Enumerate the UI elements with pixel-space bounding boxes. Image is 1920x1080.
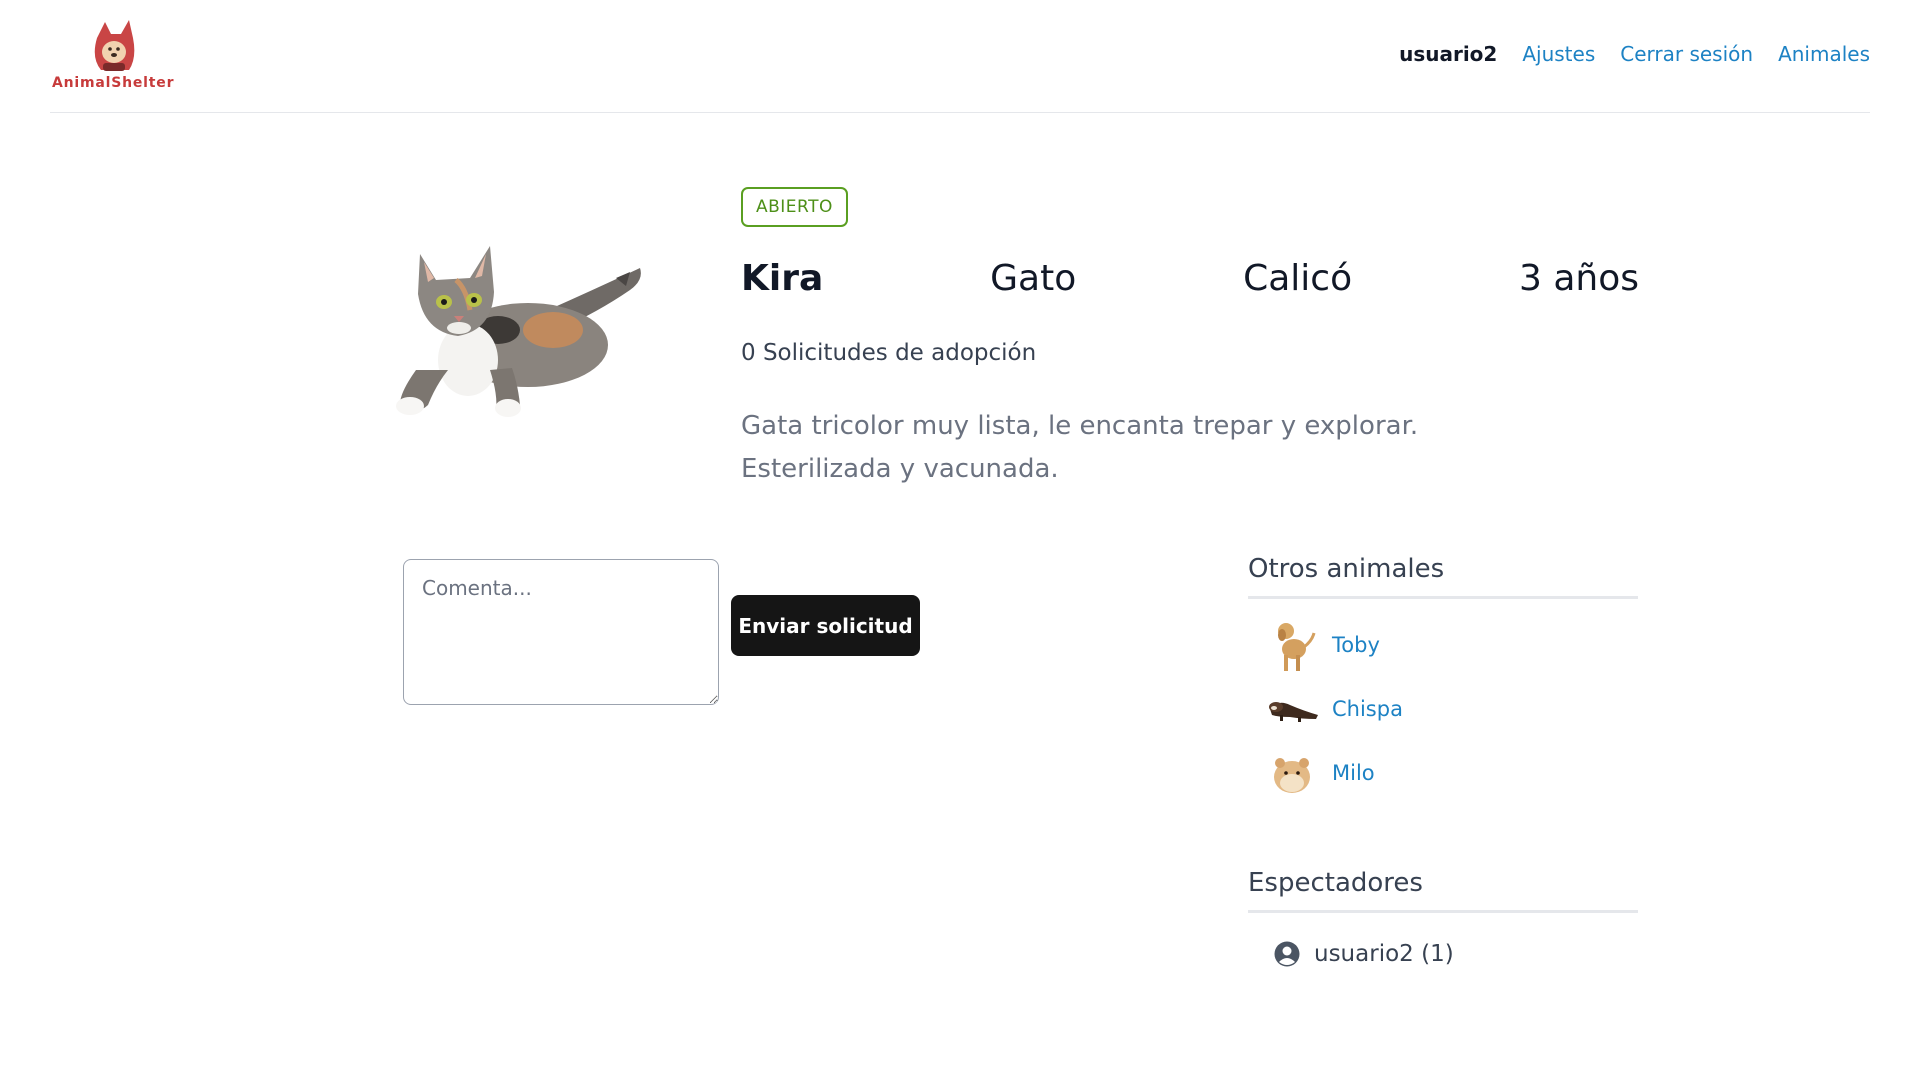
animal-description: Gata tricolor muy lista, le encanta trep… (741, 411, 1419, 484)
other-animal-link-milo[interactable]: Milo (1332, 761, 1375, 785)
animal-breed: Calicó (1243, 258, 1353, 299)
list-item: Chispa (1248, 677, 1638, 741)
hamster-thumbnail[interactable] (1264, 745, 1320, 801)
other-animals-title: Otros animales (1248, 554, 1638, 599)
dog-thumbnail[interactable] (1264, 617, 1320, 673)
dog-logo-icon (94, 20, 135, 71)
site-header: AnimalShelter usuario2 Ajustes Cerrar se… (50, 0, 1870, 113)
list-item: Toby (1248, 613, 1638, 677)
other-animal-link-toby[interactable]: Toby (1332, 633, 1380, 657)
current-username: usuario2 (1399, 42, 1498, 66)
logo-text: AnimalShelter (52, 75, 175, 91)
nav-link-logout[interactable]: Cerrar sesión (1620, 42, 1753, 66)
watchers-panel: Espectadores usuario2 (1) (1248, 868, 1638, 967)
status-badge: ABIERTO (741, 187, 848, 227)
other-animals-list: Toby Chispa Milo (1248, 613, 1638, 805)
animal-photo (378, 220, 643, 420)
other-animal-link-chispa[interactable]: Chispa (1332, 697, 1403, 721)
watcher-item: usuario2 (1) (1274, 941, 1638, 967)
nav-link-settings[interactable]: Ajustes (1522, 42, 1595, 66)
nav-link-animals[interactable]: Animales (1778, 42, 1870, 66)
animal-species: Gato (990, 258, 1077, 299)
watcher-label: usuario2 (1) (1314, 941, 1454, 967)
animal-age: 3 años (1518, 258, 1639, 299)
top-nav: usuario2 Ajustes Cerrar sesión Animales (1399, 42, 1870, 66)
adoption-requests-count: 0 Solicitudes de adopción (741, 340, 1037, 366)
comment-input[interactable] (403, 559, 719, 705)
user-circle-icon (1274, 941, 1300, 967)
ferret-thumbnail[interactable] (1264, 681, 1320, 737)
watchers-title: Espectadores (1248, 868, 1638, 913)
site-logo[interactable]: AnimalShelter (50, 18, 180, 94)
other-animals-panel: Otros animales Toby Chispa Milo (1248, 554, 1638, 805)
animal-name: Kira (741, 258, 824, 299)
list-item: Milo (1248, 741, 1638, 805)
send-request-button[interactable]: Enviar solicitud (731, 595, 920, 656)
animal-attributes: Kira Gato Calicó 3 años (741, 258, 1639, 299)
